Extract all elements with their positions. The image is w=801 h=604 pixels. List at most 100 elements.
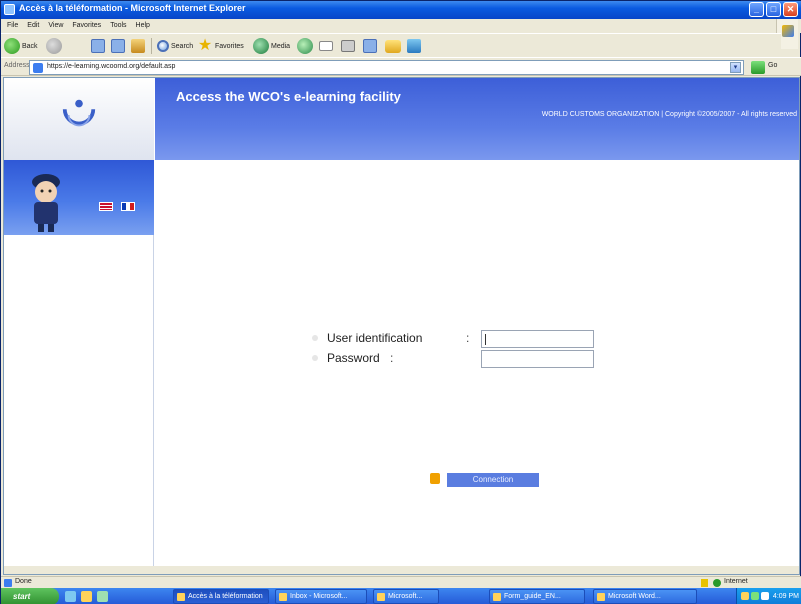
task-item[interactable]: Accès à la téléformation [173, 589, 269, 604]
favorites-button[interactable]: ★ Favorites [197, 37, 244, 55]
toolbar-separator [151, 38, 152, 54]
quicklaunch-media-icon[interactable] [97, 591, 108, 602]
english-flag-icon[interactable] [99, 202, 113, 211]
address-input[interactable]: https://e-learning.wcoomd.org/default.as… [29, 60, 744, 75]
window-controls: _ □ ✕ [749, 2, 798, 17]
task-item[interactable]: Microsoft... [373, 589, 439, 604]
menu-favorites[interactable]: Favorites [72, 19, 101, 33]
left-column [4, 78, 154, 574]
close-button[interactable]: ✕ [783, 2, 798, 17]
maximize-button[interactable]: □ [766, 2, 781, 17]
forward-button[interactable] [46, 37, 64, 55]
history-icon [297, 38, 313, 54]
search-icon [157, 40, 169, 52]
menu-view[interactable]: View [48, 19, 63, 33]
task-item[interactable]: Microsoft Word... [593, 589, 697, 604]
star-icon: ★ [197, 37, 213, 54]
page-icon [33, 63, 43, 73]
folder-button[interactable] [385, 37, 403, 55]
forward-arrow-icon [46, 38, 62, 54]
favorites-label: Favorites [215, 42, 244, 50]
media-label: Media [271, 42, 291, 50]
mascot-panel [4, 160, 154, 235]
media-button[interactable]: Media [253, 37, 290, 55]
lock-icon [701, 579, 708, 587]
user-identification-input[interactable] [481, 330, 594, 348]
stop-icon [91, 39, 105, 53]
address-url: https://e-learning.wcoomd.org/default.as… [47, 63, 176, 70]
menu-tools[interactable]: Tools [110, 19, 126, 33]
back-button[interactable]: Back [4, 37, 38, 55]
media-icon [253, 38, 269, 54]
tray-icon[interactable] [751, 592, 759, 600]
home-button[interactable] [131, 37, 147, 55]
print-button[interactable] [341, 37, 357, 55]
search-label: Search [171, 42, 194, 50]
window-title: Accès à la téléformation - Microsoft Int… [19, 3, 246, 13]
french-flag-icon[interactable] [121, 202, 135, 211]
page-title: Access the WCO's e-learning facility [176, 89, 401, 104]
start-button[interactable]: start [1, 588, 59, 604]
quicklaunch-ie-icon[interactable] [65, 591, 76, 602]
title-bar[interactable]: Accès à la téléformation - Microsoft Int… [1, 1, 801, 19]
edit-icon [363, 39, 377, 53]
user-identification-label: User identification [327, 331, 423, 345]
header-banner: Access the WCO's e-learning facility WOR… [155, 78, 799, 160]
go-arrow-icon[interactable] [751, 61, 765, 74]
home-icon [131, 39, 145, 53]
stop-button[interactable] [91, 37, 107, 55]
main-content: User identification : Password : Connect… [155, 160, 799, 574]
tray-icon[interactable] [761, 592, 769, 600]
password-input[interactable] [481, 350, 594, 368]
status-text: Done [15, 578, 32, 585]
status-bar: Done Internet [1, 576, 801, 588]
history-button[interactable] [297, 37, 315, 55]
quicklaunch-desktop-icon[interactable] [81, 591, 92, 602]
back-label: Back [22, 42, 38, 50]
messenger-icon [407, 39, 421, 53]
windows-logo-icon [782, 25, 794, 37]
task-item[interactable]: Form_guide_EN... [489, 589, 585, 604]
edit-button[interactable] [363, 37, 379, 55]
toolbar: Back Search ★ Favorites Media [1, 33, 781, 57]
internet-zone-icon [713, 579, 721, 587]
mail-button[interactable] [319, 37, 335, 55]
go-button[interactable]: Go [768, 62, 777, 69]
page-viewport: Access the WCO's e-learning facility WOR… [3, 77, 800, 575]
connection-button[interactable]: Connection [447, 473, 539, 487]
copyright-text: WORLD CUSTOMS ORGANIZATION | Copyright ©… [541, 111, 797, 118]
bullet-icon [312, 335, 318, 341]
page-bottom-strip [4, 566, 799, 574]
customs-officer-mascot-icon [32, 174, 60, 232]
address-label: Address [4, 62, 30, 69]
bullet-icon [312, 355, 318, 361]
logo-cell [4, 78, 154, 160]
taskbar: start Accès à la téléformation Inbox - M… [1, 588, 801, 604]
folder-icon [385, 39, 401, 53]
ie-icon [4, 4, 15, 15]
minimize-button[interactable]: _ [749, 2, 764, 17]
menu-edit[interactable]: Edit [27, 19, 39, 33]
browser-window: Accès à la téléformation - Microsoft Int… [0, 0, 801, 604]
messenger-button[interactable] [407, 37, 423, 55]
print-icon [341, 40, 355, 52]
menu-file[interactable]: File [7, 19, 18, 33]
password-label: Password [327, 351, 380, 365]
user-colon: : [466, 331, 470, 345]
mail-icon [319, 41, 333, 51]
menu-help[interactable]: Help [136, 19, 150, 33]
password-colon: : [390, 351, 394, 365]
address-bar: Address https://e-learning.wcoomd.org/de… [1, 57, 801, 76]
system-tray: 4:09 PM [736, 588, 801, 604]
refresh-icon [111, 39, 125, 53]
clock[interactable]: 4:09 PM [773, 588, 799, 604]
chevron-down-icon[interactable]: ▾ [730, 62, 741, 73]
back-arrow-icon [4, 38, 20, 54]
refresh-button[interactable] [111, 37, 127, 55]
key-icon [430, 473, 440, 484]
tray-icon[interactable] [741, 592, 749, 600]
task-item[interactable]: Inbox - Microsoft... [275, 589, 367, 604]
zone-label: Internet [724, 578, 748, 585]
menu-bar: File Edit View Favorites Tools Help [1, 19, 801, 33]
search-button[interactable]: Search [157, 37, 193, 55]
